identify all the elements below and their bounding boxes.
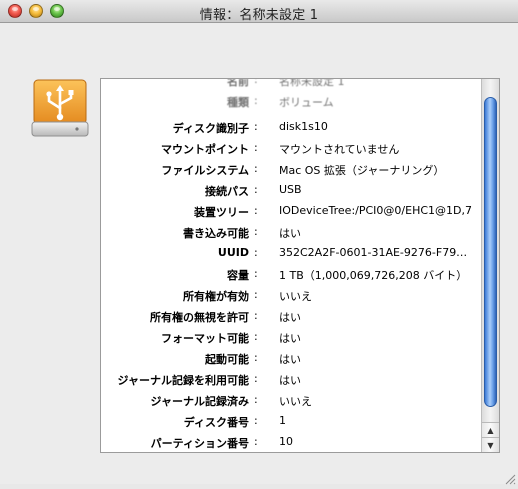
- info-row: 所有権が有効: いいえ: [101, 284, 481, 305]
- info-row-label: ジャーナル記録を利用可能: [117, 374, 249, 387]
- info-row-colon: :: [254, 120, 258, 133]
- info-row-value: いいえ: [279, 290, 312, 303]
- info-row-value: はい: [279, 227, 301, 240]
- info-row-label: 所有権の無視を許可: [150, 311, 249, 324]
- info-row: ジャーナル記録を利用可能: はい: [101, 368, 481, 389]
- info-row-value: いいえ: [279, 395, 312, 408]
- info-row-label: UUID: [217, 246, 249, 259]
- info-row-value: IODeviceTree:/PCI0@0/EHC1@1D,7: [279, 204, 472, 217]
- info-row-value: Mac OS 拡張（ジャーナリング）: [279, 164, 445, 177]
- title-bar[interactable]: 情報：名称未設定 1: [0, 0, 518, 23]
- info-row-label: フォーマット可能: [161, 332, 249, 345]
- resize-grip-icon[interactable]: [504, 470, 516, 485]
- info-row-value: はい: [279, 374, 301, 387]
- info-row-value: 352C2A2F-0601-31AE-9276-F79…: [279, 246, 468, 259]
- info-row-colon: :: [254, 372, 258, 385]
- info-row-colon: :: [254, 246, 258, 259]
- info-row: 装置ツリー: IODeviceTree:/PCI0@0/EHC1@1D,7: [101, 200, 481, 221]
- info-row-label: ディスク識別子: [172, 122, 249, 135]
- info-row-colon: :: [254, 330, 258, 343]
- info-row-colon: :: [254, 351, 258, 364]
- scroll-down-arrow-icon[interactable]: ▼: [482, 437, 499, 452]
- info-row-value: disk1s10: [279, 120, 328, 133]
- info-row: 種類: ボリューム: [101, 90, 481, 116]
- info-row-value: USB: [279, 183, 302, 196]
- info-row-label: 起動可能: [205, 353, 249, 366]
- info-row-colon: :: [254, 162, 258, 175]
- info-row-value: はい: [279, 311, 301, 324]
- info-row: ファイルシステム: Mac OS 拡張（ジャーナリング）: [101, 158, 481, 179]
- info-row-value: 1: [279, 414, 286, 427]
- info-row-label: パーティション番号: [150, 437, 249, 450]
- info-row-colon: :: [254, 393, 258, 406]
- info-row-colon: :: [254, 78, 258, 86]
- info-row-label: 所有権が有効: [183, 290, 249, 303]
- info-row-colon: :: [254, 225, 258, 238]
- info-row-value: 1 TB（1,000,069,726,208 バイト）: [279, 269, 468, 282]
- info-row: フォーマット可能: はい: [101, 326, 481, 347]
- info-row-value: はい: [279, 332, 301, 345]
- info-row-colon: :: [254, 267, 258, 280]
- info-row-value: はい: [279, 353, 301, 366]
- scrollbar-thumb[interactable]: [484, 97, 497, 407]
- info-row-colon: :: [254, 435, 258, 448]
- info-row-label: ジャーナル記録済み: [150, 395, 249, 408]
- info-window: 情報：名称未設定 1 名前: 名称未設定 1 種類: ボリューム ディスク識…: [0, 0, 518, 485]
- info-rows: 名前: 名称未設定 1 種類: ボリュームディスク識別子: disk1s10 マウントポイ…: [101, 78, 481, 452]
- info-row-label: 名前: [227, 78, 249, 88]
- info-row: 書き込み可能: はい: [101, 221, 481, 242]
- info-row: ジャーナル記録済み: いいえ: [101, 389, 481, 410]
- info-row: 所有権の無視を許可: はい: [101, 305, 481, 326]
- info-row: マウントポイント: マウントされていません: [101, 137, 481, 158]
- window-title: 情報：名称未設定 1: [199, 8, 319, 23]
- info-row-label: 接続パス: [205, 185, 249, 198]
- scroll-up-arrow-icon[interactable]: ▲: [482, 422, 499, 437]
- info-row-value: 10: [279, 435, 293, 448]
- info-row-colon: :: [254, 288, 258, 301]
- info-row-value: ボリューム: [279, 96, 334, 109]
- info-row-colon: :: [254, 204, 258, 217]
- info-row-label: 書き込み可能: [183, 227, 249, 240]
- info-row-colon: :: [254, 309, 258, 322]
- info-row-label: 容量: [227, 269, 249, 282]
- info-row: ディスク識別子: disk1s10: [101, 116, 481, 137]
- info-row: 接続パス: USB: [101, 179, 481, 200]
- info-row: ディスク番号: 1: [101, 410, 481, 431]
- info-row-colon: :: [254, 94, 258, 107]
- info-row: パーティション番号: 10: [101, 431, 481, 452]
- info-row: 容量: 1 TB（1,000,069,726,208 バイト）: [101, 263, 481, 284]
- info-row: 名前: 名称未設定 1: [101, 78, 481, 90]
- info-row-value: マウントされていません: [279, 143, 400, 156]
- info-row-label: ディスク番号: [183, 416, 249, 429]
- info-row-colon: :: [254, 141, 258, 154]
- info-row-label: 装置ツリー: [194, 206, 249, 219]
- info-row-colon: :: [254, 183, 258, 196]
- info-row-label: 種類: [227, 96, 249, 109]
- info-row-label: ファイルシステム: [161, 164, 249, 177]
- info-row-colon: :: [254, 414, 258, 427]
- info-row: UUID: 352C2A2F-0601-31AE-9276-F79…: [101, 242, 481, 263]
- usb-drive-icon: [30, 78, 90, 140]
- vertical-scrollbar[interactable]: ▲ ▼: [481, 79, 499, 452]
- info-row-value: 名称未設定 1: [279, 78, 345, 88]
- info-panel: 名前: 名称未設定 1 種類: ボリュームディスク識別子: disk1s10 マウントポイ…: [100, 78, 500, 453]
- info-row: 起動可能: はい: [101, 347, 481, 368]
- info-row-label: マウントポイント: [161, 143, 249, 156]
